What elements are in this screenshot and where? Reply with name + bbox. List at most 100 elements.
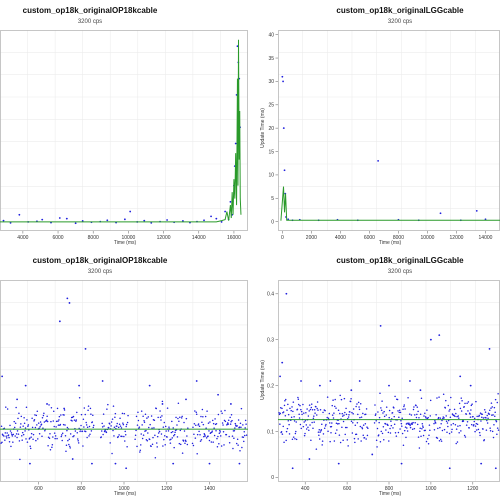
data-point [468,427,470,429]
panel-2-plot: 0 2000 4000 6000 8000 10000 12000 14000 0 5 10 15 20… [268,30,500,241]
data-point [65,217,68,220]
data-point [315,406,317,408]
data-point [352,413,354,415]
data-point [194,437,197,439]
data-point [191,442,194,445]
data-point [80,424,82,427]
data-point [27,425,29,428]
data-point [284,414,287,417]
data-point [322,411,324,414]
data-point [440,422,442,425]
x-tick-label: 6000 [52,235,63,241]
data-point [227,423,229,425]
data-point [172,462,175,465]
x-tick-label: 14000 [192,235,206,241]
data-point [298,417,301,419]
data-point [232,447,234,450]
data-point [281,407,283,410]
plot-area [0,297,248,470]
data-point [382,426,385,428]
data-point [228,441,231,444]
data-point [177,417,179,420]
data-point [494,411,496,413]
data-point [359,416,361,419]
data-point [402,408,404,411]
data-point [327,417,330,420]
data-point [377,159,380,162]
data-point [171,430,174,433]
data-point [58,217,61,219]
data-point [7,434,10,436]
data-point [148,438,151,441]
plot-area [280,75,500,222]
data-point [123,412,126,415]
data-point [429,399,432,402]
data-point [447,404,450,407]
data-point [393,423,396,426]
data-point [328,412,331,415]
data-point [418,417,420,419]
data-point [29,462,31,465]
data-point [224,420,227,423]
data-point [179,416,181,418]
data-point [143,219,146,222]
data-point [225,433,228,436]
data-point [139,449,142,451]
data-point [397,410,399,412]
data-point [184,442,186,445]
data-point [336,423,339,425]
data-point [496,427,499,429]
data-point [285,439,287,442]
data-point [463,434,466,437]
data-point [21,435,23,437]
x-tick-label: 800 [385,486,394,492]
data-point [407,397,409,399]
data-point [198,430,200,433]
data-point [234,422,237,425]
data-point [401,417,403,420]
data-point [82,418,85,420]
data-point [1,375,4,378]
x-tick-label: 8000 [393,235,404,241]
data-point [348,414,350,416]
data-point [58,419,60,421]
data-point [34,414,36,416]
data-point [36,410,39,412]
data-point [195,411,198,413]
data-point [301,413,303,416]
data-point [290,416,293,419]
panel-4: custom_op18k_originalLGGcable 3200 cps T… [260,256,500,497]
data-point [482,417,485,419]
data-point [30,432,33,435]
data-point [228,435,230,438]
data-point [445,415,447,417]
data-point [111,452,113,455]
panel-2-title: custom_op18k_originalLGGcable [336,6,464,15]
data-point [222,431,225,433]
data-point [334,405,336,408]
data-point [201,408,204,411]
data-point [313,415,315,417]
x-tick-label: 6000 [364,235,375,241]
data-point [118,423,121,426]
data-point [452,422,455,425]
data-point [290,409,292,412]
data-point [406,430,409,432]
data-point [9,424,11,427]
data-point [192,426,194,428]
y-tick-label: 25 [268,103,274,109]
data-point [425,440,428,443]
data-point [420,397,423,400]
data-point [68,443,70,446]
data-point [476,429,478,431]
data-point [383,410,385,413]
data-point [424,429,426,432]
data-point [459,424,461,427]
data-point [388,409,391,412]
data-point [331,404,333,407]
data-point [466,402,468,404]
data-point [349,411,351,413]
data-point [310,439,312,441]
data-point [36,424,38,426]
data-point [208,430,210,432]
